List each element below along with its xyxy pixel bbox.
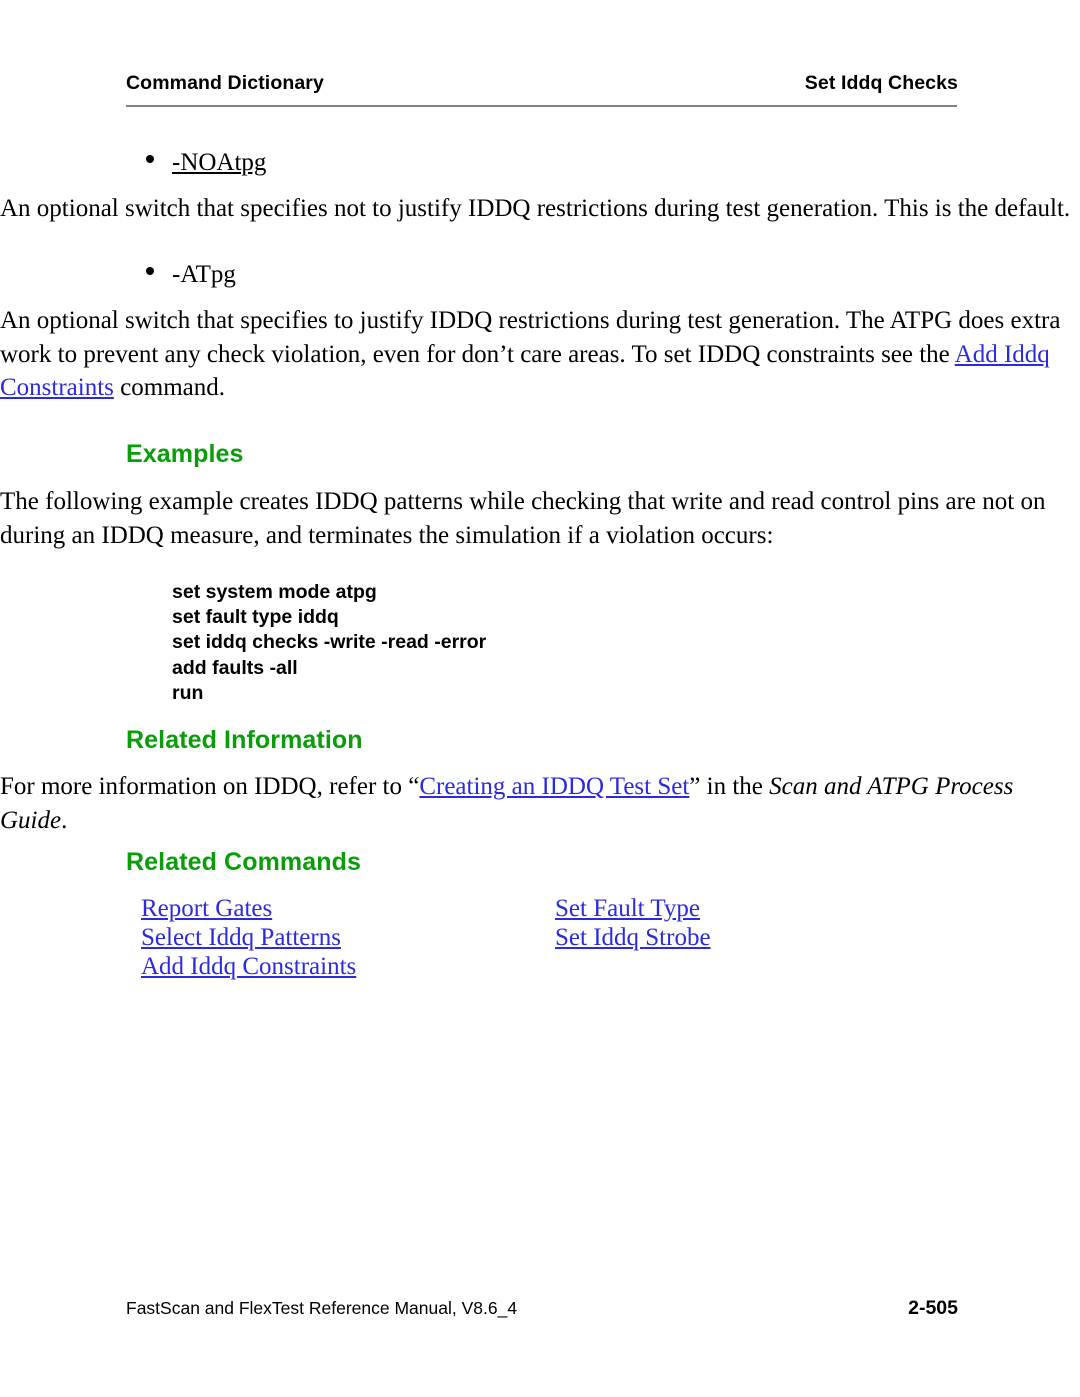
code-line: set fault type iddq <box>172 606 339 629</box>
bullet-dot-icon <box>146 155 154 163</box>
related-commands-block: Report Gates Select Iddq Patterns Add Id… <box>0 894 1080 981</box>
related-information-block: For more information on IDDQ, refer to “… <box>0 770 1080 837</box>
switch-noatpg-description: An optional switch that specifies not to… <box>0 195 1071 222</box>
related-commands-heading: Related Commands <box>126 848 361 876</box>
switch-atpg-description: An optional switch that specifies to jus… <box>0 304 1080 405</box>
switch-atpg-item: -ATpg <box>0 258 1080 291</box>
footer-manual-title: FastScan and FlexTest Reference Manual, … <box>126 1298 518 1318</box>
related-commands-heading-block: Related Commands <box>0 848 1080 877</box>
bullet-row: -NOAtpg <box>146 146 970 179</box>
header-rule <box>126 105 957 107</box>
related-info-text-after: . <box>61 806 68 834</box>
switch-noatpg-item: -NOAtpg <box>0 146 1080 179</box>
related-information-heading: Related Information <box>126 726 363 754</box>
link-select-iddq-patterns[interactable]: Select Iddq Patterns <box>141 923 555 952</box>
bullet-row: -ATpg <box>146 258 970 291</box>
code-line: add faults -all <box>172 656 298 679</box>
link-add-iddq-constraints[interactable]: Add Iddq Constraints <box>141 952 555 981</box>
link-set-iddq-strobe[interactable]: Set Iddq Strobe <box>555 923 935 952</box>
code-line: set system mode atpg <box>172 581 377 603</box>
related-commands-left-column: Report Gates Select Iddq Patterns Add Id… <box>141 894 555 981</box>
examples-intro-block: The following example creates IDDQ patte… <box>0 485 1080 552</box>
examples-heading-block: Examples <box>0 440 1080 469</box>
link-set-fault-type[interactable]: Set Fault Type <box>555 894 935 923</box>
examples-intro-paragraph: The following example creates IDDQ patte… <box>0 488 1046 549</box>
code-line: set iddq checks -write -read -error <box>172 631 487 654</box>
example-code-block: set system mode atpg set fault type iddq… <box>0 580 1080 706</box>
examples-heading: Examples <box>126 440 244 468</box>
footer-page-number: 2-505 <box>908 1297 958 1319</box>
document-page: Command Dictionary Set Iddq Checks -NOAt… <box>0 0 1080 1397</box>
switch-term-atpg: -ATpg <box>172 261 236 288</box>
related-information-heading-block: Related Information <box>0 726 1080 755</box>
running-footer: FastScan and FlexTest Reference Manual, … <box>126 1297 958 1320</box>
header-right-title: Set Iddq Checks <box>804 72 958 94</box>
switch-atpg-description-text-after: command. <box>113 374 225 401</box>
switch-atpg-description-text-before: An optional switch that specifies to jus… <box>0 307 1061 368</box>
related-commands-right-column: Set Fault Type Set Iddq Strobe <box>555 894 935 952</box>
switch-atpg-description-block: An optional switch that specifies to jus… <box>0 304 1080 405</box>
code-line: run <box>172 681 204 704</box>
related-information-paragraph: For more information on IDDQ, refer to “… <box>0 770 1080 837</box>
related-info-text-before: For more information on IDDQ, refer to “ <box>0 773 420 800</box>
header-left-title: Command Dictionary <box>126 72 324 94</box>
link-creating-an-iddq-test-set[interactable]: Creating an IDDQ Test Set <box>419 773 689 800</box>
bullet-dot-icon <box>146 267 154 275</box>
related-info-text-middle: ” in the <box>689 773 770 800</box>
related-commands-columns: Report Gates Select Iddq Patterns Add Id… <box>141 894 1080 981</box>
switch-noatpg-description-block: An optional switch that specifies not to… <box>0 192 1080 226</box>
switch-term-noatpg: -NOAtpg <box>172 149 267 176</box>
running-header: Command Dictionary Set Iddq Checks <box>126 72 958 95</box>
link-report-gates[interactable]: Report Gates <box>141 894 555 923</box>
